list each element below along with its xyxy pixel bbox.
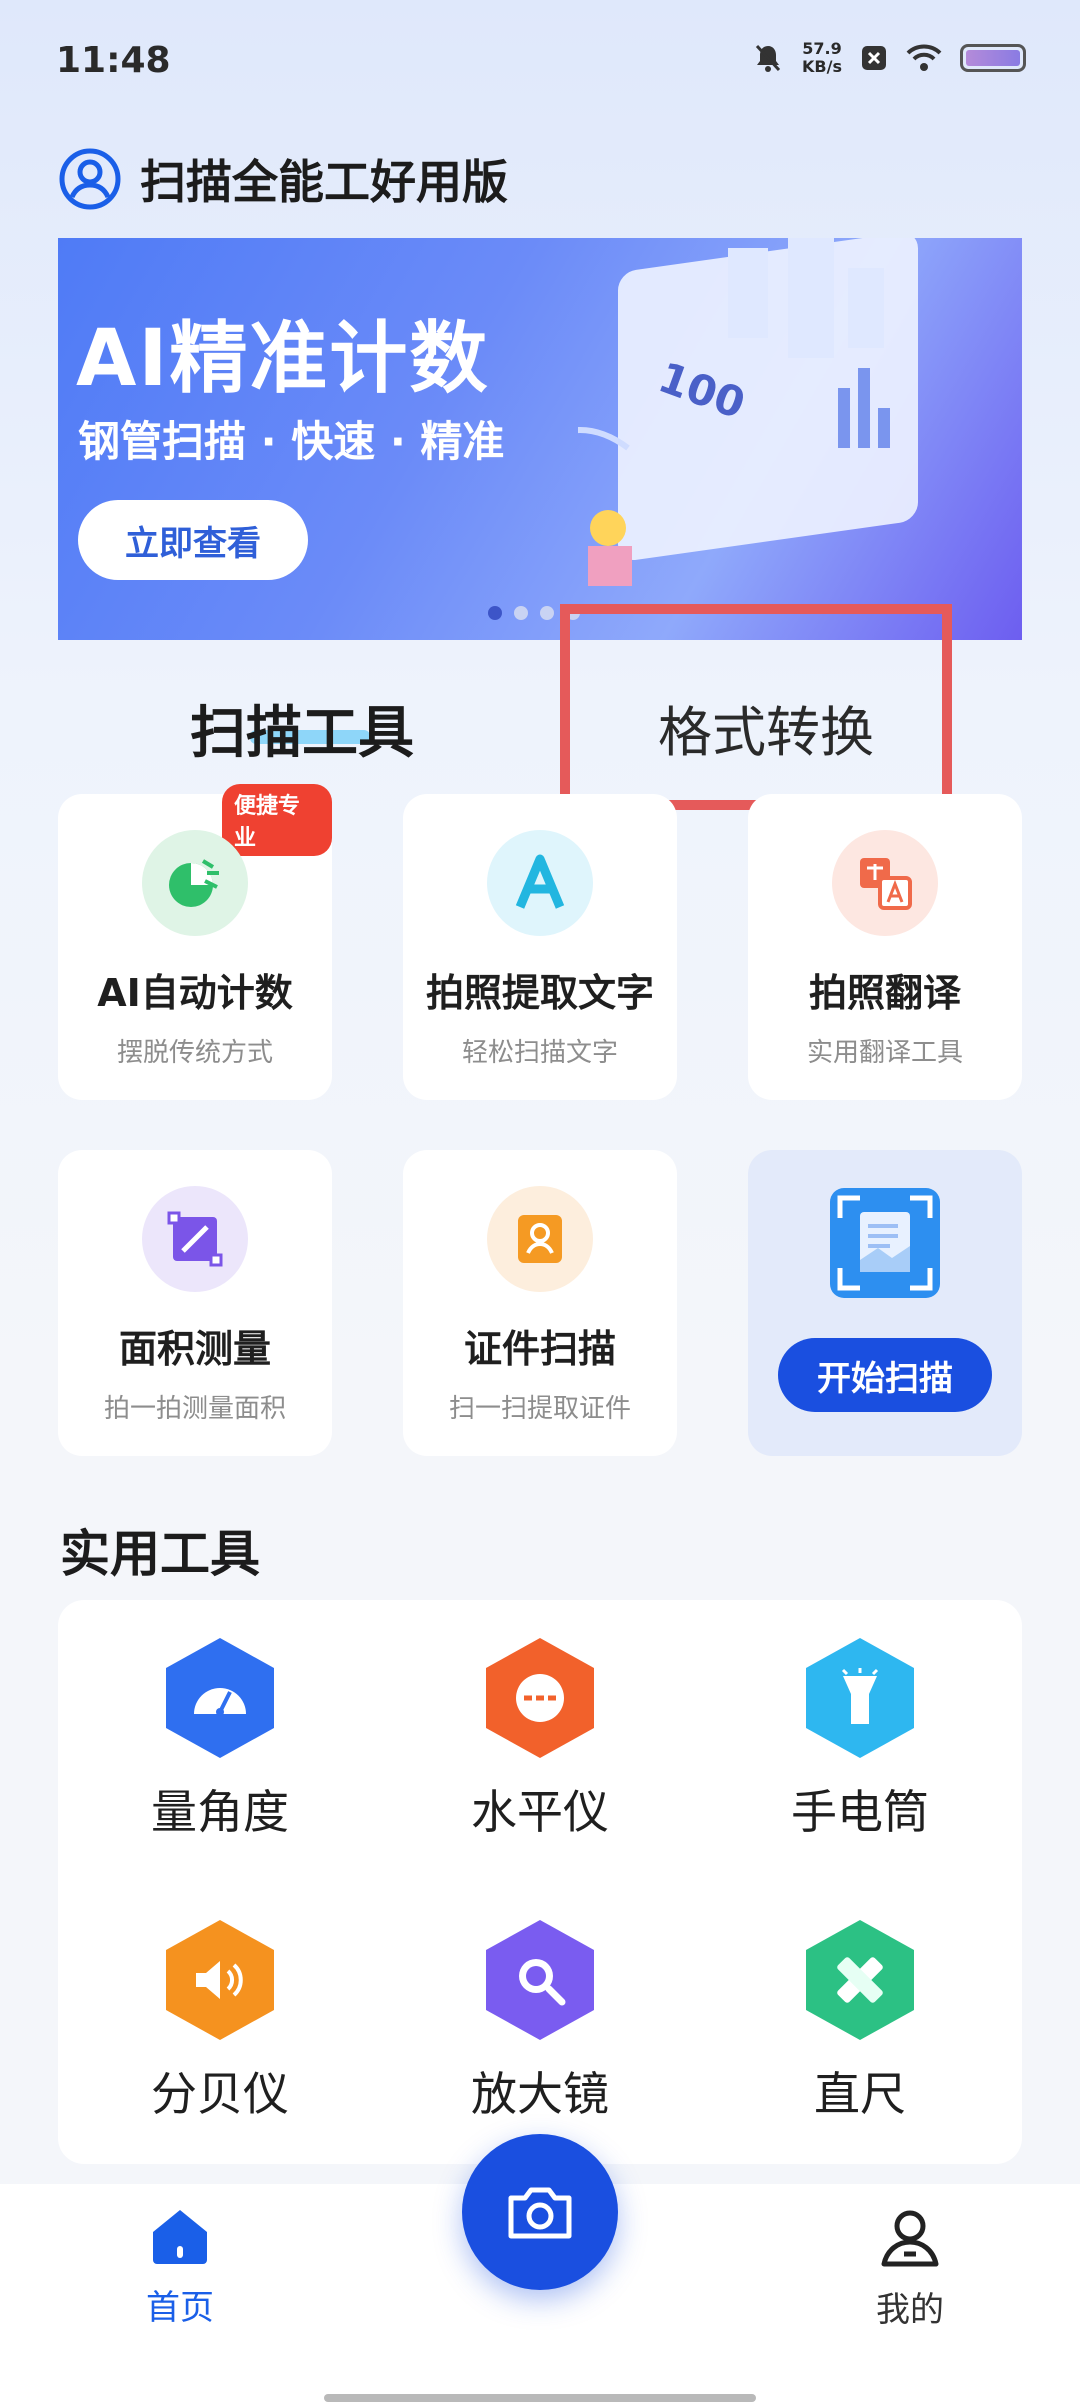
tool-magnifier[interactable]: 放大镜 bbox=[430, 1920, 650, 2124]
close-box-icon bbox=[862, 46, 886, 70]
highlight-box bbox=[560, 604, 952, 810]
card-subtitle: 轻松扫描文字 bbox=[461, 1038, 618, 1068]
tool-ruler[interactable]: 直尺 bbox=[750, 1920, 970, 2124]
nav-home-label: 首页 bbox=[146, 2288, 214, 2328]
card-subtitle: 摆脱传统方式 bbox=[116, 1038, 273, 1068]
id-card-icon bbox=[487, 1186, 593, 1292]
status-icons: 57.9 KB/s bbox=[752, 40, 1026, 76]
tool-card-translate[interactable]: 拍照翻译 实用翻译工具 bbox=[748, 794, 1022, 1100]
card-title: AI自动计数 bbox=[97, 971, 293, 1015]
card-subtitle: 扫一扫提取证件 bbox=[448, 1394, 631, 1424]
network-speed: 57.9 KB/s bbox=[802, 39, 842, 76]
tab-scan-tools[interactable]: 扫描工具 bbox=[190, 688, 414, 769]
app-title: 扫描全能工好用版 bbox=[140, 155, 508, 209]
letter-a-icon bbox=[487, 830, 593, 936]
banner-title: AI精准计数 bbox=[76, 314, 490, 404]
area-measure-icon bbox=[142, 1186, 248, 1292]
start-scan-card[interactable]: 开始扫描 bbox=[748, 1150, 1022, 1456]
nav-mine-label: 我的 bbox=[876, 2290, 944, 2330]
start-scan-button[interactable]: 开始扫描 bbox=[778, 1338, 992, 1412]
practical-tools-panel: 量角度 水平仪 手电筒 分贝仪 放大镜 直尺 bbox=[58, 1600, 1022, 2164]
app-header: 扫描全能工好用版 bbox=[58, 146, 508, 212]
profile-icon bbox=[881, 2210, 939, 2267]
tool-card-id-scan[interactable]: 证件扫描 扫一扫提取证件 bbox=[403, 1150, 677, 1456]
status-time: 11:48 bbox=[56, 40, 171, 81]
document-scan-icon bbox=[830, 1188, 940, 1298]
tool-label: 放大镜 bbox=[471, 2067, 609, 2121]
tool-level[interactable]: 水平仪 bbox=[430, 1638, 650, 1842]
tool-label: 手电筒 bbox=[791, 1785, 929, 1839]
home-icon bbox=[153, 2210, 207, 2264]
nav-home[interactable]: 首页 bbox=[140, 2208, 220, 2329]
translate-icon bbox=[832, 830, 938, 936]
protractor-icon bbox=[166, 1638, 274, 1758]
pagination-dot[interactable] bbox=[488, 606, 502, 620]
home-indicator[interactable] bbox=[324, 2394, 756, 2402]
promo-banner[interactable]: 100 AI精准计数 钢管扫描 · 快速 · 精准 立即查看 bbox=[58, 238, 1022, 640]
tool-protractor[interactable]: 量角度 bbox=[110, 1638, 330, 1842]
pagination-dot[interactable] bbox=[514, 606, 528, 620]
camera-button[interactable] bbox=[462, 2134, 618, 2290]
tool-decibel[interactable]: 分贝仪 bbox=[110, 1920, 330, 2124]
banner-subtitle: 钢管扫描 · 快速 · 精准 bbox=[78, 417, 505, 466]
tool-label: 直尺 bbox=[814, 2067, 906, 2121]
nav-mine[interactable]: 我的 bbox=[860, 2206, 960, 2331]
battery-icon bbox=[960, 44, 1026, 72]
tool-card-area-measure[interactable]: 面积测量 拍一拍测量面积 bbox=[58, 1150, 332, 1456]
card-title: 面积测量 bbox=[118, 1327, 271, 1371]
tool-card-ai-count[interactable]: 便捷专业 AI自动计数 摆脱传统方式 bbox=[58, 784, 332, 1100]
feature-badge: 便捷专业 bbox=[222, 784, 332, 856]
pie-chart-icon bbox=[142, 830, 248, 936]
card-title: 证件扫描 bbox=[463, 1327, 616, 1371]
section-title-practical: 实用工具 bbox=[60, 1525, 260, 1583]
tool-label: 水平仪 bbox=[471, 1785, 609, 1839]
user-avatar-icon[interactable] bbox=[58, 147, 122, 211]
tool-label: 量角度 bbox=[151, 1785, 289, 1839]
magnifier-icon bbox=[486, 1920, 594, 2040]
banner-view-button[interactable]: 立即查看 bbox=[78, 500, 308, 580]
card-title: 拍照翻译 bbox=[808, 971, 961, 1015]
tool-label: 分贝仪 bbox=[151, 2067, 289, 2121]
card-title: 拍照提取文字 bbox=[425, 971, 654, 1015]
tool-card-ocr[interactable]: 拍照提取文字 轻松扫描文字 bbox=[403, 794, 677, 1100]
ruler-icon bbox=[806, 1920, 914, 2040]
card-subtitle: 实用翻译工具 bbox=[806, 1038, 963, 1068]
tool-flashlight[interactable]: 手电筒 bbox=[750, 1638, 970, 1842]
banner-illustration bbox=[578, 238, 918, 586]
camera-icon bbox=[508, 2187, 572, 2239]
card-subtitle: 拍一拍测量面积 bbox=[103, 1394, 286, 1424]
level-icon bbox=[486, 1638, 594, 1758]
speaker-icon bbox=[166, 1920, 274, 2040]
mute-bell-icon bbox=[755, 44, 781, 72]
wifi-icon bbox=[906, 44, 942, 71]
flashlight-icon bbox=[806, 1638, 914, 1758]
pagination-dot[interactable] bbox=[540, 606, 554, 620]
